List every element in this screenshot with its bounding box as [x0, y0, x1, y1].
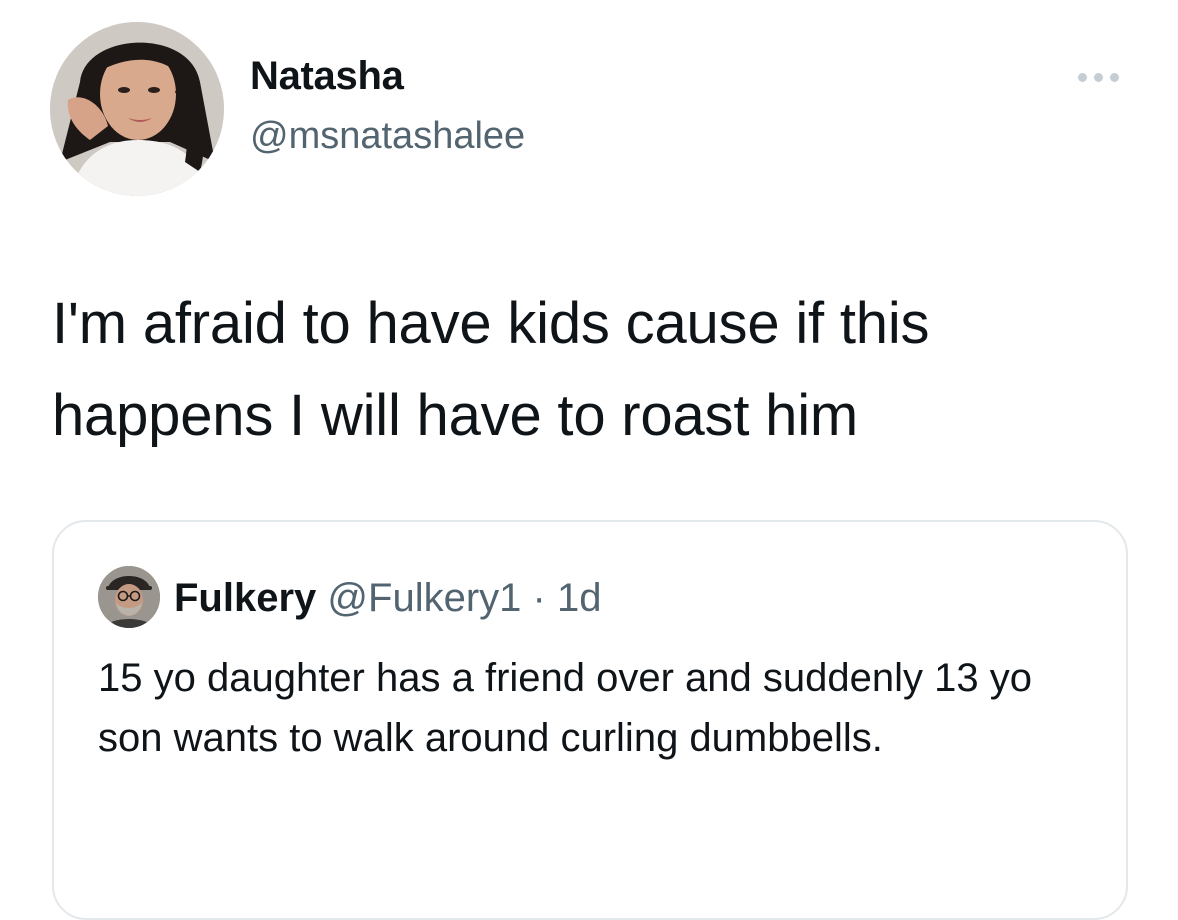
author-handle[interactable]: @msnatashalee — [250, 112, 525, 160]
quoted-tweet-separator: · — [532, 576, 546, 620]
more-horizontal-icon[interactable] — [1068, 62, 1128, 92]
quoted-tweet-timestamp[interactable]: 1d — [557, 576, 602, 620]
more-dot — [1109, 72, 1119, 82]
author-avatar[interactable] — [50, 22, 224, 196]
quoted-author-avatar[interactable] — [98, 566, 160, 628]
author-info: Natasha @msnatashalee — [250, 52, 525, 160]
tweet: Natasha @msnatashalee I'm afraid to have… — [0, 0, 1178, 920]
more-dot — [1077, 72, 1087, 82]
quoted-tweet-header: Fulkery @Fulkery1 · 1d — [174, 574, 601, 622]
quoted-author-display-name[interactable]: Fulkery — [174, 576, 316, 620]
quoted-tweet-text: 15 yo daughter has a friend over and sud… — [98, 656, 1032, 760]
more-dot — [1093, 72, 1103, 82]
quoted-tweet[interactable]: Fulkery @Fulkery1 · 1d 15 yo daughter ha… — [52, 520, 1128, 920]
quoted-author-handle[interactable]: @Fulkery1 — [327, 576, 521, 620]
tweet-text: I'm afraid to have kids cause if this ha… — [52, 291, 930, 448]
author-display-name[interactable]: Natasha — [250, 52, 525, 100]
profile-photo-icon — [98, 566, 160, 628]
profile-photo-icon — [50, 22, 224, 196]
